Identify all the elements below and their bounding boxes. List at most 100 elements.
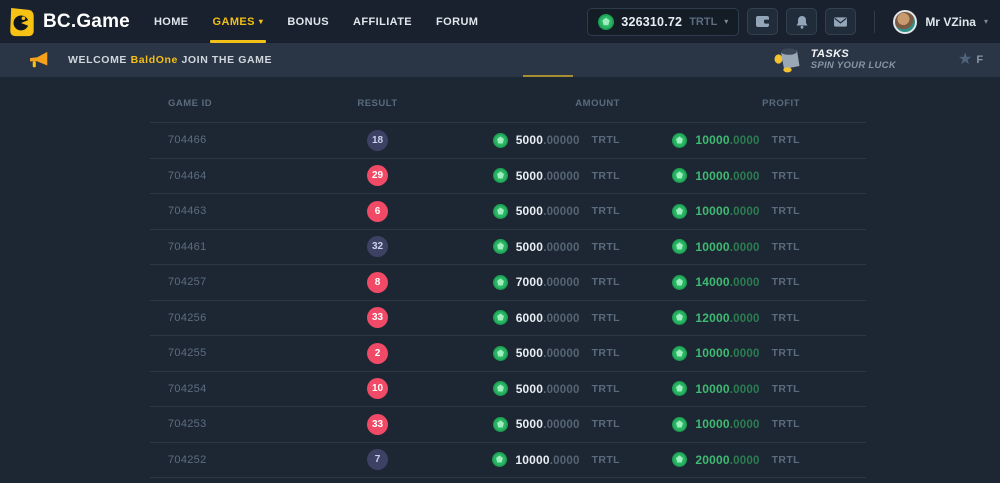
bets-table: GAME ID RESULT AMOUNT PROFIT 704466 18 5… — [150, 85, 866, 478]
table-row[interactable]: 704255 2 5000.00000 TRTL 10000.0000 TRTL — [150, 336, 866, 372]
megaphone-icon — [28, 50, 52, 70]
game-id-cell: 704255 — [150, 347, 305, 359]
nav-forum[interactable]: FORUM — [436, 0, 478, 43]
header-amount: AMOUNT — [450, 98, 640, 109]
amount-fraction: .00000 — [543, 313, 579, 325]
amount-currency: TRTL — [592, 170, 620, 182]
amount-fraction: .00000 — [543, 384, 579, 396]
profit-currency: TRTL — [772, 205, 800, 217]
main-nav: HOME GAMES ▾ BONUS AFFILIATE FORUM — [154, 0, 478, 43]
result-badge: 33 — [367, 307, 388, 328]
table-row[interactable]: 704254 10 5000.00000 TRTL 10000.0000 TRT… — [150, 372, 866, 408]
result-badge: 7 — [367, 449, 388, 470]
amount-integer: 5000 — [516, 169, 544, 183]
game-id: 704464 — [168, 170, 207, 182]
trtl-coin-icon — [672, 310, 687, 325]
trtl-coin-icon — [493, 133, 508, 148]
amount-integer: 5000 — [516, 204, 544, 218]
game-id: 704463 — [168, 205, 207, 217]
star-icon: ★ — [958, 52, 972, 68]
user-name: Mr VZina — [925, 15, 976, 29]
star-partial-label: F — [976, 54, 983, 66]
nav-affiliate[interactable]: AFFILIATE — [353, 0, 412, 43]
profit-currency: TRTL — [772, 312, 800, 324]
table-row[interactable]: 704252 7 10000.0000 TRTL 20000.0000 TRTL — [150, 443, 866, 479]
table-row[interactable]: 704461 32 5000.00000 TRTL 10000.0000 TRT… — [150, 230, 866, 266]
table-row[interactable]: 704466 18 5000.00000 TRTL 10000.0000 TRT… — [150, 123, 866, 159]
table-row[interactable]: 704463 6 5000.00000 TRTL 10000.0000 TRTL — [150, 194, 866, 230]
result-cell: 8 — [305, 272, 450, 293]
nav-home[interactable]: HOME — [154, 0, 189, 43]
profit-integer: 10000 — [695, 169, 729, 183]
amount-cell: 5000.00000 TRTL — [450, 239, 640, 254]
trtl-coin-icon — [672, 239, 687, 254]
amount-cell: 5000.00000 TRTL — [450, 346, 640, 361]
profit-currency: TRTL — [772, 276, 800, 288]
user-menu[interactable]: Mr VZina ▾ — [893, 10, 988, 34]
trtl-coin-icon — [493, 239, 508, 254]
result-badge: 2 — [367, 343, 388, 364]
table-row[interactable]: 704464 29 5000.00000 TRTL 10000.0000 TRT… — [150, 159, 866, 195]
result-badge: 18 — [367, 130, 388, 151]
header-game-id: GAME ID — [150, 98, 305, 109]
profit-currency: TRTL — [772, 170, 800, 182]
amount-fraction: .00000 — [543, 242, 579, 254]
trtl-coin-icon — [493, 275, 508, 290]
profit-integer: 10000 — [695, 240, 729, 254]
trtl-coin-icon — [672, 275, 687, 290]
balance-selector[interactable]: 326310.72 TRTL ▾ — [587, 8, 739, 36]
trtl-coin-icon — [672, 381, 687, 396]
nav-games[interactable]: GAMES ▾ — [213, 0, 264, 43]
mail-icon — [833, 16, 848, 28]
trtl-coin-icon — [672, 133, 687, 148]
amount-integer: 5000 — [516, 417, 544, 431]
messages-button[interactable] — [825, 8, 856, 35]
amount-currency: TRTL — [592, 454, 620, 466]
favorites-widget[interactable]: ★ F — [958, 52, 986, 68]
table-row[interactable]: 704253 33 5000.00000 TRTL 10000.0000 TRT… — [150, 407, 866, 443]
table-row[interactable]: 704257 8 7000.00000 TRTL 14000.0000 TRTL — [150, 265, 866, 301]
wallet-button[interactable] — [747, 8, 778, 35]
top-navbar: BC.Game HOME GAMES ▾ BONUS AFFILIATE FOR… — [0, 0, 1000, 43]
chevron-down-icon: ▾ — [724, 18, 728, 26]
table-row[interactable]: 704256 33 6000.00000 TRTL 12000.0000 TRT… — [150, 301, 866, 337]
amount-cell: 5000.00000 TRTL — [450, 204, 640, 219]
amount-cell: 6000.00000 TRTL — [450, 310, 640, 325]
result-cell: 33 — [305, 307, 450, 328]
profit-integer: 10000 — [695, 204, 729, 218]
chevron-down-icon: ▾ — [984, 18, 988, 26]
trtl-coin-icon — [493, 417, 508, 432]
result-cell: 2 — [305, 343, 450, 364]
game-id: 704466 — [168, 134, 207, 146]
profit-fraction: .0000 — [730, 419, 760, 431]
table-body: 704466 18 5000.00000 TRTL 10000.0000 TRT… — [150, 123, 866, 478]
profit-currency: TRTL — [772, 454, 800, 466]
profit-cell: 10000.0000 TRTL — [640, 168, 866, 183]
game-id-cell: 704464 — [150, 170, 305, 182]
nav-bonus[interactable]: BONUS — [287, 0, 329, 43]
amount-currency: TRTL — [592, 205, 620, 217]
trtl-coin-icon — [493, 168, 508, 183]
amount-fraction: .00000 — [543, 171, 579, 183]
trtl-coin-icon — [492, 452, 507, 467]
profit-cell: 14000.0000 TRTL — [640, 275, 866, 290]
amount-currency: TRTL — [592, 347, 620, 359]
tasks-widget[interactable]: TASKS SPIN YOUR LUCK — [773, 47, 896, 73]
trtl-coin-icon — [493, 204, 508, 219]
game-id-cell: 704256 — [150, 312, 305, 324]
result-cell: 6 — [305, 201, 450, 222]
amount-integer: 5000 — [516, 240, 544, 254]
welcome-message: WELCOME BaldOne JOIN THE GAME — [68, 54, 272, 66]
header-profit: PROFIT — [640, 98, 866, 109]
bcgame-logo[interactable]: BC.Game — [8, 7, 130, 37]
profit-fraction: .0000 — [730, 313, 760, 325]
amount-currency: TRTL — [592, 276, 620, 288]
profit-fraction: .0000 — [730, 206, 760, 218]
amount-cell: 5000.00000 TRTL — [450, 417, 640, 432]
trtl-coin-icon — [672, 346, 687, 361]
main-content: GAME ID RESULT AMOUNT PROFIT 704466 18 5… — [0, 77, 1000, 478]
balance-amount: 326310.72 — [621, 15, 682, 29]
notifications-button[interactable] — [786, 8, 817, 35]
amount-integer: 7000 — [516, 275, 544, 289]
game-id: 704256 — [168, 312, 207, 324]
